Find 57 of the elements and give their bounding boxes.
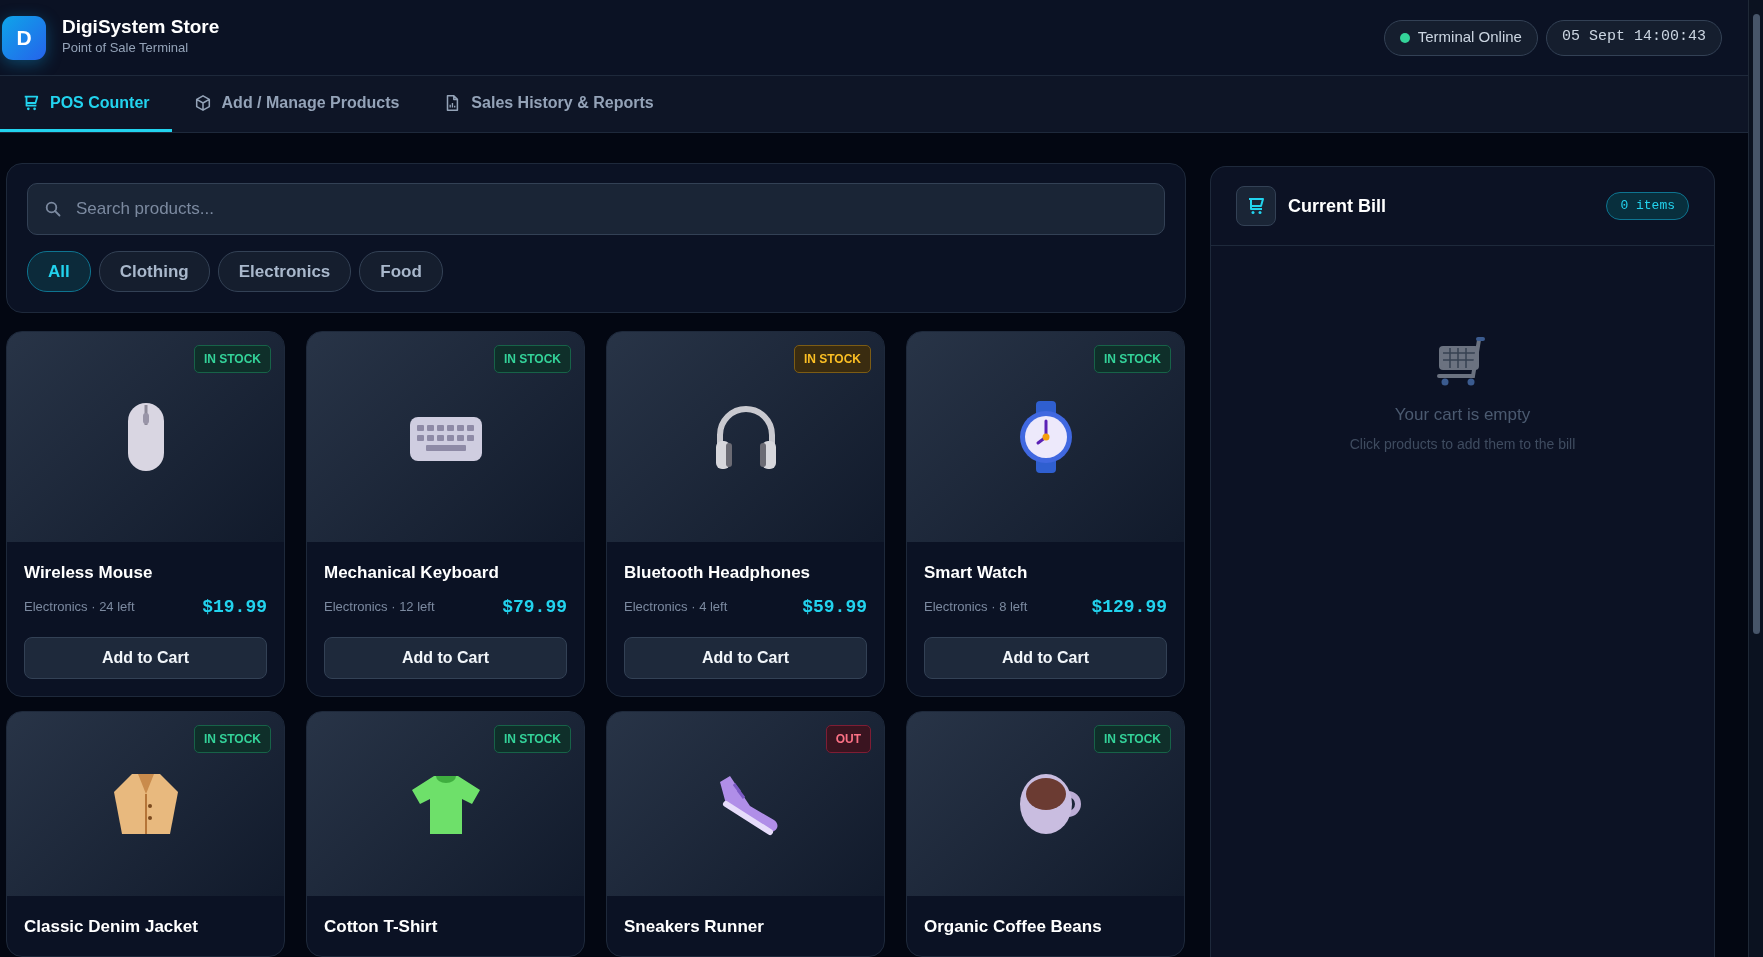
product-name: Smart Watch [924, 562, 1029, 584]
category-filter[interactable]: Electronics [217, 251, 352, 292]
product-meta: Electronics · 8 left [924, 598, 1028, 617]
empty-cart-hint: Click products to add them to the bill [1349, 434, 1576, 454]
add-to-cart-button[interactable]: Add to Cart [924, 636, 1167, 679]
product-price: $19.99 [202, 595, 267, 619]
product-meta: Electronics · 4 left [624, 598, 728, 617]
product-card[interactable]: IN STOCK Organic Coffee Beans [906, 710, 1185, 957]
product-meta: Electronics · 24 left [24, 598, 135, 617]
product-price: $79.99 [502, 595, 567, 619]
nav-tab[interactable]: Sales History & Reports [421, 76, 676, 132]
product-card[interactable]: IN STOCK Classic Denim Jacket [6, 710, 285, 957]
product-card[interactable]: IN STOCK Smart Watch Electronics · 8 left $129.99 Add to Cart [906, 331, 1185, 697]
empty-cart-title: Your cart is empty [1394, 404, 1531, 426]
product-card[interactable]: OUT Sneakers Runner [606, 710, 885, 957]
product-meta: Electronics · 12 left [324, 598, 435, 617]
add-to-cart-button[interactable]: Add to Cart [324, 636, 567, 679]
product-name: Sneakers Runner [624, 915, 765, 938]
product-price: $59.99 [802, 595, 867, 619]
nav-tab[interactable]: POS Counter [0, 76, 172, 132]
add-to-cart-button[interactable]: Add to Cart [624, 636, 867, 679]
product-name: Mechanical Keyboard [324, 562, 500, 584]
product-name: Wireless Mouse [24, 562, 154, 584]
stock-badge: IN STOCK [793, 345, 871, 373]
product-name: Bluetooth Headphones [624, 562, 812, 584]
item-count: 0 items [1606, 192, 1689, 220]
category-filter[interactable]: All [27, 251, 91, 292]
product-card[interactable]: IN STOCK Bluetooth Headphones Electronics · 4 left $59.99 Add to Cart [606, 331, 885, 697]
category-filter[interactable]: Clothing [98, 251, 210, 292]
box-icon [193, 93, 212, 112]
product-name: Classic Denim Jacket [24, 915, 199, 938]
product-card[interactable]: IN STOCK Mechanical Keyboard Electronics · 12 left $79.99 Add to Cart [306, 331, 585, 697]
store-logo: D [2, 15, 46, 60]
stock-badge: IN STOCK [1093, 724, 1171, 753]
product-card[interactable]: IN STOCK Wireless Mouse Electronics · 24 left $19.99 Add to Cart [6, 331, 285, 697]
category-filter[interactable]: Food [359, 251, 443, 292]
product-name: Cotton T-Shirt [324, 915, 439, 938]
add-to-cart-button[interactable]: Add to Cart [24, 636, 267, 679]
stock-badge: IN STOCK [1093, 345, 1171, 373]
product-card[interactable]: IN STOCK Cotton T-Shirt [306, 710, 585, 957]
store-subtitle: Point of Sale Terminal [62, 39, 190, 58]
datetime-display: 05 Sept 14:00:43 [1545, 19, 1722, 56]
cart-icon [22, 93, 40, 112]
product-price: $129.99 [1091, 595, 1167, 619]
status-label: Terminal Online [1417, 27, 1522, 48]
stock-badge: IN STOCK [193, 724, 271, 753]
bill-title: Current Bill [1288, 194, 1386, 218]
stock-badge: IN STOCK [493, 345, 571, 373]
stock-badge: IN STOCK [193, 345, 271, 373]
product-name: Organic Coffee Beans [924, 915, 1103, 938]
search-field[interactable]: Search products... [27, 183, 1165, 235]
stock-badge: IN STOCK [493, 724, 571, 753]
nav-tab[interactable]: Add / Manage Products [171, 76, 422, 132]
cart-icon [1236, 186, 1276, 226]
store-title: DigiSystem Store [62, 17, 220, 39]
scrollbar[interactable] [1748, 0, 1763, 957]
stock-badge: OUT [825, 724, 871, 753]
